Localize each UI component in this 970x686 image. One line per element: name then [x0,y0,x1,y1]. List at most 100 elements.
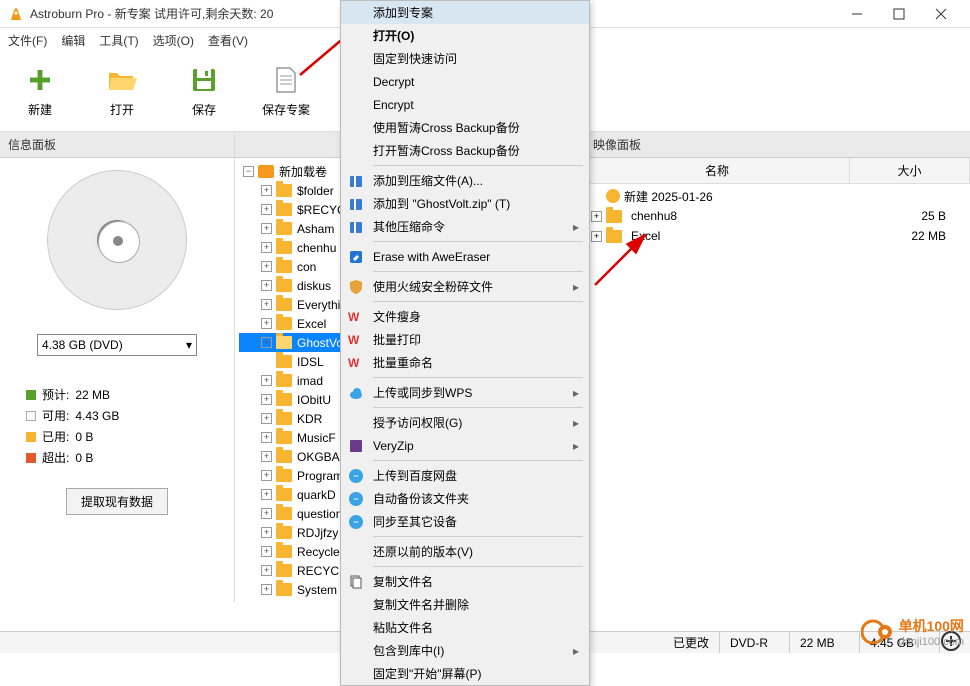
chevron-right-icon: ▸ [573,644,579,658]
image-panel: 映像面板 名称 大小 新建 2025-01-26+chenhu825 B+Exc… [585,132,970,602]
save-icon [189,65,219,95]
folder-icon [606,230,622,243]
status-modified: 已更改 [663,632,720,653]
menu-edit[interactable]: 编辑 [61,32,85,49]
folder-icon [276,450,292,463]
baidu-icon [347,513,365,531]
zip-blue-icon [347,218,365,236]
context-menu-item[interactable]: 还原以前的版本(V) [341,540,589,563]
zip-blue-icon [347,172,365,190]
open-button[interactable]: 打开 [92,65,152,118]
context-menu-item[interactable]: 添加到专案 [341,1,589,24]
context-menu-item[interactable]: 打开(O) [341,24,589,47]
folder-icon [276,279,292,292]
chevron-right-icon: ▸ [573,280,579,294]
context-menu-item[interactable]: 授予访问权限(G)▸ [341,411,589,434]
disc-icon [47,170,187,310]
image-row[interactable]: +Excel22 MB [585,226,970,246]
folder-icon [276,184,292,197]
context-menu-item[interactable]: 包含到库中(I)▸ [341,639,589,662]
context-menu-item[interactable]: 上传或同步到WPS▸ [341,381,589,404]
info-panel: 信息面板 4.38 GB (DVD) ▾ 预计: 22 MB 可用: 4.43 … [0,132,235,602]
new-button[interactable]: 新建 [10,65,70,118]
wps-red-icon: W [347,331,365,349]
context-menu-item[interactable]: Encrypt [341,93,589,116]
cloud-icon [347,384,365,402]
wps-red-icon: W [347,308,365,326]
save-button[interactable]: 保存 [174,65,234,118]
folder-icon [276,412,292,425]
plus-icon [25,65,55,95]
chevron-right-icon: ▸ [573,220,579,234]
folder-icon [276,526,292,539]
context-menu-item[interactable]: 打开暂涛Cross Backup备份 [341,139,589,162]
context-menu-item[interactable]: 添加到 "GhostVolt.zip" (T) [341,192,589,215]
folder-icon [276,469,292,482]
zip-blue-icon [347,195,365,213]
chevron-right-icon: ▸ [573,439,579,453]
context-menu-item[interactable]: 复制文件名并删除 [341,593,589,616]
menu-file[interactable]: 文件(F) [8,32,47,49]
document-icon [271,65,301,95]
menu-options[interactable]: 选项(O) [153,32,194,49]
disc-small-icon [606,189,620,203]
folder-icon [276,298,292,311]
folder-icon [276,222,292,235]
extract-data-button[interactable]: 提取现有数据 [66,488,168,515]
menu-view[interactable]: 查看(V) [208,32,248,49]
context-menu-item[interactable]: 固定到快速访问 [341,47,589,70]
image-rows: 新建 2025-01-26+chenhu825 B+Excel22 MB [585,184,970,248]
folder-icon [276,545,292,558]
folder-open-icon [107,65,137,95]
context-menu-item[interactable]: 添加到压缩文件(A)... [341,169,589,192]
folder-icon [276,431,292,444]
folder-icon [276,507,292,520]
folder-icon [276,393,292,406]
folder-icon [276,260,292,273]
column-size[interactable]: 大小 [850,158,970,183]
image-panel-header: 映像面板 [585,132,970,158]
context-menu-item[interactable]: 同步至其它设备 [341,510,589,533]
svg-text:W: W [348,310,360,324]
save-project-button[interactable]: 保存专案 [256,65,316,118]
context-menu-item[interactable]: 粘贴文件名 [341,616,589,639]
folder-icon [276,583,292,596]
wps-red-icon: W [347,354,365,372]
context-menu-item[interactable]: W文件瘦身 [341,305,589,328]
baidu-icon [347,467,365,485]
context-menu-item[interactable]: W批量打印 [341,328,589,351]
folder-icon [276,355,292,368]
drive-icon [258,165,274,178]
status-size: 22 MB [790,632,860,653]
context-menu-item[interactable]: 自动备份该文件夹 [341,487,589,510]
context-menu-item[interactable]: W批量重命名 [341,351,589,374]
context-menu-item[interactable]: 固定到"开始"屏幕(P) [341,662,589,685]
context-menu-item[interactable]: Erase with AweEraser [341,245,589,268]
context-menu-item[interactable]: 其他压缩命令▸ [341,215,589,238]
context-menu-item[interactable]: 上传到百度网盘 [341,464,589,487]
watermark-logo-icon [861,615,895,649]
menu-tools[interactable]: 工具(T) [99,32,138,49]
folder-icon [276,203,292,216]
folder-icon [276,564,292,577]
context-menu[interactable]: 添加到专案打开(O)固定到快速访问DecryptEncrypt使用暂涛Cross… [340,0,590,686]
image-row[interactable]: 新建 2025-01-26 [585,186,970,206]
context-menu-item[interactable]: Decrypt [341,70,589,93]
close-button[interactable] [920,1,962,27]
shield-icon [347,278,365,296]
svg-text:W: W [348,333,360,347]
veryzip-icon [347,437,365,455]
maximize-button[interactable] [878,1,920,27]
status-media: DVD-R [720,632,790,653]
context-menu-item[interactable]: 使用暂涛Cross Backup备份 [341,116,589,139]
context-menu-item[interactable]: 复制文件名 [341,570,589,593]
column-name[interactable]: 名称 [585,158,850,183]
disc-size-select[interactable]: 4.38 GB (DVD) ▾ [37,334,197,356]
context-menu-item[interactable]: VeryZip▸ [341,434,589,457]
folder-icon [276,317,292,330]
context-menu-item[interactable]: 使用火绒安全粉碎文件▸ [341,275,589,298]
app-logo-icon [8,6,24,22]
image-row[interactable]: +chenhu825 B [585,206,970,226]
minimize-button[interactable] [836,1,878,27]
chevron-right-icon: ▸ [573,416,579,430]
